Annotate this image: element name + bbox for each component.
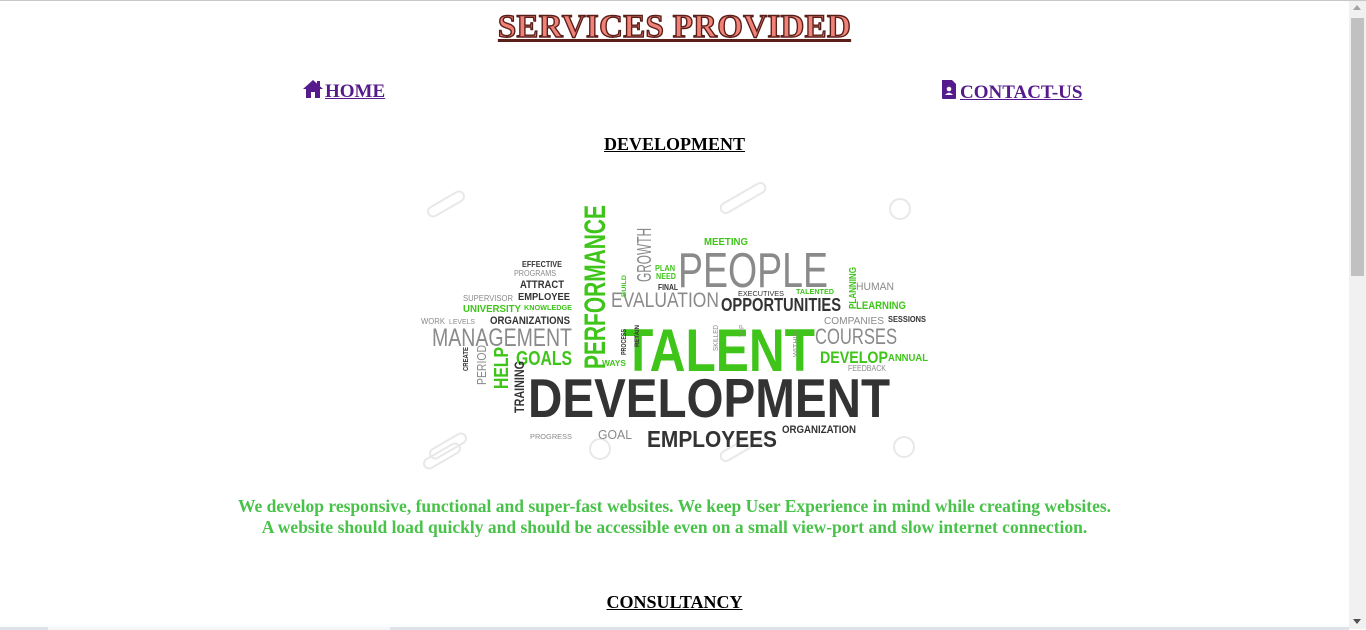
word-performance: PERFORMANCE: [579, 205, 612, 369]
word-period: PERIOD: [474, 345, 489, 385]
word-final: FINAL: [658, 283, 678, 292]
contact-card-icon: [942, 80, 956, 99]
contact-us-link-label[interactable]: CONTACT-US: [960, 83, 1082, 102]
development-description-line-1: We develop responsive, functional and su…: [237, 496, 1112, 516]
word-retain: RETAIN: [635, 325, 641, 347]
word-programs: PROGRAMS: [514, 269, 556, 278]
home-link-label[interactable]: HOME: [325, 82, 385, 101]
word-university: UNIVERSITY: [463, 304, 521, 315]
contact-us-link[interactable]: CONTACT-US: [939, 79, 1082, 102]
word-goal: GOAL: [598, 427, 632, 442]
word-courses: COURSES: [815, 324, 897, 349]
word-learning: LEARNING: [856, 300, 906, 312]
word-planning: PLANNING: [848, 267, 859, 309]
home-icon: [303, 80, 323, 98]
word-supervisor: SUPERVISOR: [463, 294, 513, 303]
word-growth: GROWTH: [634, 228, 656, 282]
word-annual: ANNUAL: [888, 353, 928, 364]
page-title: SERVICES PROVIDED: [497, 8, 852, 45]
page-content: SERVICES PROVIDED HOME CONTACT-US DEVELO…: [0, 1, 1349, 630]
word-attract: ATTRACT: [520, 279, 564, 291]
home-link[interactable]: HOME: [302, 79, 385, 101]
word-work: WORK: [421, 317, 446, 326]
scroll-down-arrow-icon[interactable]: [1353, 619, 1361, 624]
word-human: HUMAN: [856, 281, 894, 293]
word-skilled: SKILLED: [713, 325, 720, 351]
word-top: TOP: [739, 325, 746, 337]
word-sessions: SESSIONS: [888, 315, 927, 324]
section-heading-development: DEVELOPMENT: [603, 134, 745, 154]
development-description-line-2: A website should load quickly and should…: [261, 517, 1088, 537]
section-heading-consultancy: CONSULTANCY: [606, 592, 743, 612]
talent-development-word-cloud-image: DEVELOPMENT TALENT PEOPLE MANAGEMENT EVA…: [418, 179, 932, 477]
word-need: NEED: [656, 272, 676, 281]
scroll-up-arrow-icon[interactable]: [1353, 5, 1361, 10]
word-organizations: ORGANIZATIONS: [490, 315, 570, 327]
scrollbar-thumb[interactable]: [1351, 18, 1364, 276]
development-description: We develop responsive, functional and su…: [0, 496, 1349, 538]
vertical-scrollbar[interactable]: [1349, 1, 1366, 629]
word-employee: EMPLOYEE: [518, 292, 570, 303]
word-employees: EMPLOYEES: [647, 426, 777, 452]
word-meeting: MEETING: [704, 237, 748, 248]
word-create: CREATE: [463, 347, 470, 371]
word-progress: PROGRESS: [530, 434, 572, 441]
word-organization: ORGANIZATION: [782, 424, 856, 436]
word-opportunities: OPPORTUNITIES: [721, 295, 841, 315]
word-process: PROCESS: [621, 329, 628, 355]
word-talented: TALENTED: [796, 289, 834, 296]
word-build: BUILD: [622, 274, 628, 297]
word-training: TRAINING: [511, 361, 527, 413]
word-knowledge: KNOWLEDGE: [524, 305, 572, 312]
word-feedback: FEEDBACK: [848, 364, 887, 373]
word-within: WITHIN: [793, 331, 800, 357]
word-help: HELP: [491, 347, 513, 389]
word-companies: COMPANIES: [824, 316, 884, 327]
word-executives: EXECUTIVES: [738, 291, 784, 298]
word-levels: LEVELS: [449, 319, 475, 326]
word-effective: EFFECTIVE: [522, 260, 563, 269]
